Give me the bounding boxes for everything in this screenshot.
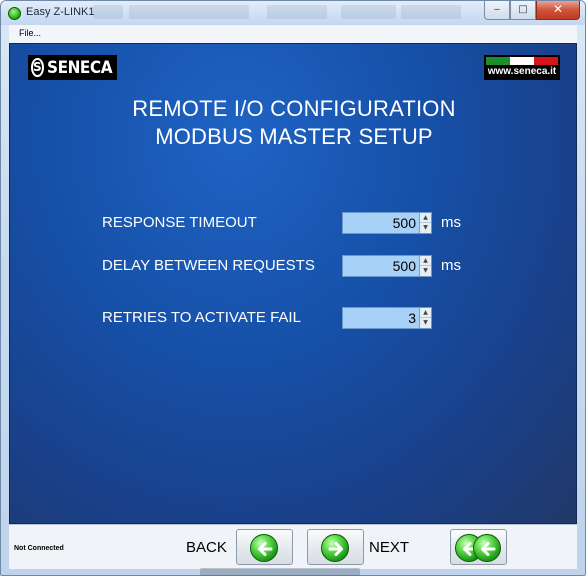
response-timeout-label: RESPONSE TIMEOUT: [102, 214, 257, 231]
page-subtitle: MODBUS MASTER SETUP: [155, 124, 433, 149]
page-title: REMOTE I/O CONFIGURATION: [132, 96, 456, 121]
response-timeout-unit: ms: [441, 214, 461, 231]
window-title: Easy Z-LINK1: [26, 6, 95, 18]
menu-file[interactable]: File...: [19, 28, 41, 38]
flag-green-stripe: [486, 57, 510, 65]
spinner-arrows: ▲ ▼: [419, 213, 431, 233]
website-text: www.seneca.it: [487, 66, 557, 77]
response-timeout-spinner: ▲ ▼: [342, 212, 432, 234]
spinner-down-arrow-icon[interactable]: ▼: [420, 223, 431, 233]
spinner-down-arrow-icon[interactable]: ▼: [420, 318, 431, 328]
spinner-up-arrow-icon[interactable]: ▲: [420, 213, 431, 223]
seneca-logo-text: SENECA: [46, 57, 113, 78]
blurred-toolbar: [401, 5, 461, 19]
next-label: NEXT: [369, 539, 410, 556]
blurred-toolbar: [129, 5, 249, 19]
delay-between-requests-unit: ms: [441, 257, 461, 274]
response-timeout-input[interactable]: [343, 213, 418, 233]
arrow-right-icon: [321, 534, 349, 562]
seneca-logo-mark: S: [31, 58, 44, 77]
app-icon: [8, 7, 21, 20]
retries-to-activate-fail-spinner: ▲ ▼: [342, 307, 432, 329]
blurred-toolbar: [267, 5, 327, 19]
retries-to-activate-fail-label: RETRIES TO ACTIVATE FAIL: [102, 309, 301, 326]
website-logo: www.seneca.it: [484, 55, 560, 80]
delay-between-requests-spinner: ▲ ▼: [342, 255, 432, 277]
arrow-left-icon: [250, 534, 278, 562]
spinner-up-arrow-icon[interactable]: ▲: [420, 256, 431, 266]
footer-bar: Not Connected BACK NEXT: [9, 524, 577, 569]
flag-red-stripe: [534, 57, 558, 65]
spinner-up-arrow-icon[interactable]: ▲: [420, 308, 431, 318]
flag-white-stripe: [510, 57, 534, 65]
next-button[interactable]: [307, 529, 364, 565]
blurred-toolbar: [341, 5, 396, 19]
first-page-button[interactable]: [450, 529, 507, 565]
connection-status: Not Connected: [14, 545, 64, 552]
spinner-arrows: ▲ ▼: [419, 256, 431, 276]
blurred-taskbar: [200, 568, 360, 576]
maximize-button[interactable]: □: [510, 1, 536, 20]
spinner-arrows: ▲ ▼: [419, 308, 431, 328]
app-window: Easy Z-LINK1 ‒ □ ✕ File... S SENECA www.…: [0, 0, 586, 576]
seneca-logo: S SENECA: [28, 55, 117, 80]
back-button[interactable]: [236, 529, 293, 565]
blurred-toolbar: [93, 5, 123, 19]
minimize-button[interactable]: ‒: [484, 1, 510, 20]
double-arrow-left-icon-second: [473, 534, 501, 562]
spinner-down-arrow-icon[interactable]: ▼: [420, 266, 431, 276]
delay-between-requests-input[interactable]: [343, 256, 418, 276]
back-label: BACK: [186, 539, 227, 556]
window-controls: ‒ □ ✕: [484, 1, 580, 20]
delay-between-requests-label: DELAY BETWEEN REQUESTS: [102, 257, 315, 274]
close-button[interactable]: ✕: [536, 1, 580, 20]
menu-bar: File...: [9, 25, 577, 43]
retries-to-activate-fail-input[interactable]: [343, 308, 418, 328]
title-bar[interactable]: Easy Z-LINK1 ‒ □ ✕: [1, 1, 585, 25]
config-panel: S SENECA www.seneca.it REMOTE I/O CONFIG…: [9, 43, 577, 524]
